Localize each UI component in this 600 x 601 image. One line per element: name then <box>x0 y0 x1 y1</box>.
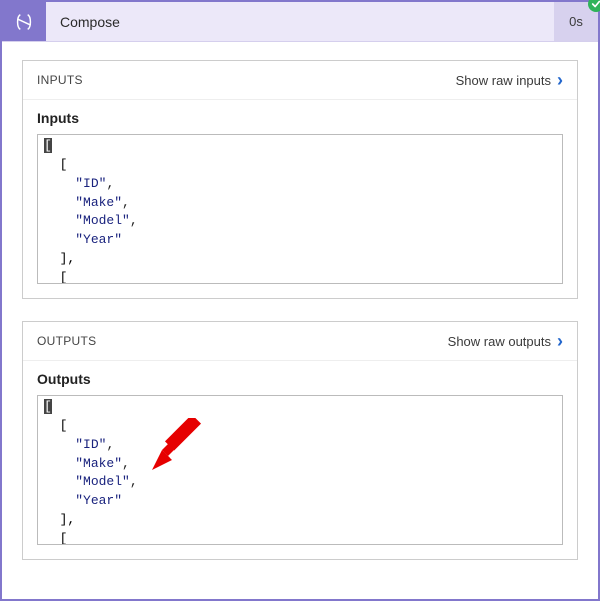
inputs-code-display[interactable]: [ [ "ID", "Make", "Model", "Year" ], [ <box>37 134 563 284</box>
chevron-right-icon: › <box>557 71 563 89</box>
outputs-subtitle: Outputs <box>37 371 563 387</box>
outputs-panel-body: Outputs [ [ "ID", "Make", "Model", "Year… <box>23 361 577 559</box>
inputs-section-label: INPUTS <box>37 73 83 87</box>
card-header: Compose 0s <box>2 2 598 42</box>
duration-text: 0s <box>569 14 583 29</box>
inputs-panel: INPUTS Show raw inputs › Inputs [ [ "ID"… <box>22 60 578 299</box>
show-raw-outputs-text: Show raw outputs <box>448 334 551 349</box>
outputs-section-label: OUTPUTS <box>37 334 96 348</box>
inputs-panel-body: Inputs [ [ "ID", "Make", "Model", "Year"… <box>23 100 577 298</box>
success-check-icon <box>588 0 600 12</box>
outputs-panel-header: OUTPUTS Show raw outputs › <box>23 322 577 361</box>
show-raw-outputs-link[interactable]: Show raw outputs › <box>448 332 563 350</box>
inputs-subtitle: Inputs <box>37 110 563 126</box>
card-title: Compose <box>46 2 554 41</box>
compose-icon <box>2 2 46 41</box>
outputs-panel: OUTPUTS Show raw outputs › Outputs [ [ "… <box>22 321 578 560</box>
inputs-panel-header: INPUTS Show raw inputs › <box>23 61 577 100</box>
outputs-code-display[interactable]: [ [ "ID", "Make", "Model", "Year" ], [ <box>37 395 563 545</box>
compose-card: Compose 0s INPUTS Show raw inputs › Inpu… <box>0 0 600 601</box>
show-raw-inputs-text: Show raw inputs <box>456 73 551 88</box>
card-body: INPUTS Show raw inputs › Inputs [ [ "ID"… <box>2 42 598 594</box>
duration-badge: 0s <box>554 2 598 41</box>
show-raw-inputs-link[interactable]: Show raw inputs › <box>456 71 563 89</box>
chevron-right-icon: › <box>557 332 563 350</box>
